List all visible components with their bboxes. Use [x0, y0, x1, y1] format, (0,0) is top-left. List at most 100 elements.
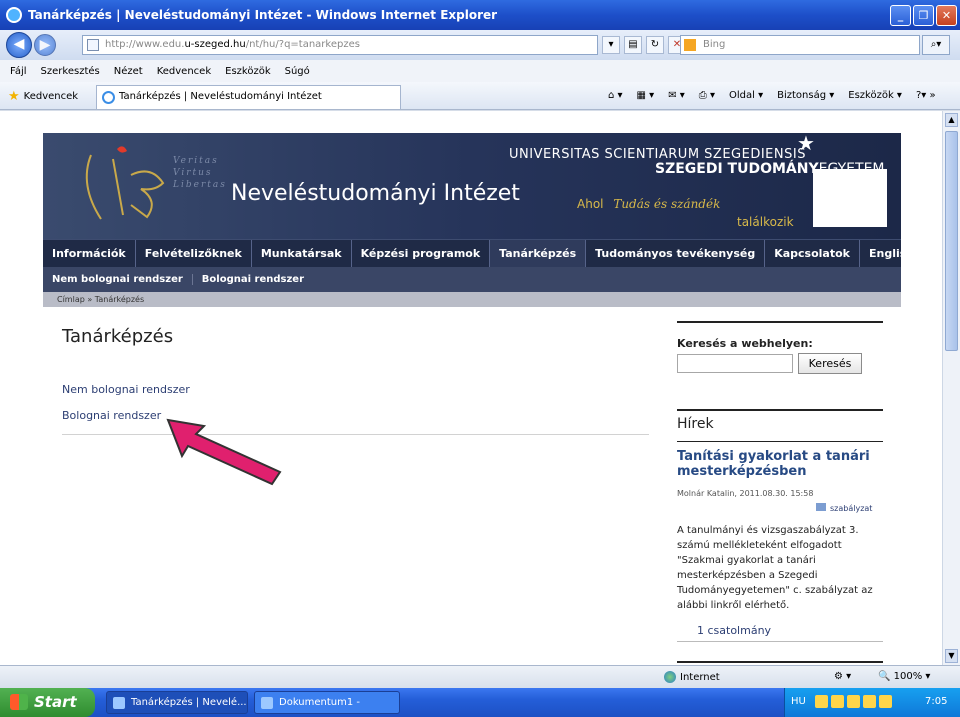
nav-tanarkepzes[interactable]: Tanárképzés — [490, 240, 587, 267]
address-domain: u-szeged.hu — [184, 39, 246, 50]
sidebar-rule — [677, 409, 883, 411]
link-nem-bolognai[interactable]: Nem bolognai rendszer — [62, 383, 190, 396]
scroll-down-icon[interactable]: ▼ — [945, 649, 958, 663]
clock: 7:05 — [925, 696, 948, 707]
tray-icon[interactable] — [831, 695, 844, 708]
subnav-bolognai[interactable]: Bolognai rendszer — [193, 274, 313, 285]
nav-kepzesi-programok[interactable]: Képzési programok — [352, 240, 491, 267]
language-indicator[interactable]: HU — [791, 696, 806, 707]
slogan-script: Tudás és szándék — [613, 197, 721, 211]
task-label: Tanárképzés | Nevelé... — [131, 697, 247, 708]
tab-title: Tanárképzés | Neveléstudományi Intézet — [119, 91, 322, 102]
favorites-button[interactable]: ★ Kedvencek — [8, 89, 78, 104]
zone-label: Internet — [680, 671, 720, 683]
close-button[interactable]: ✕ — [936, 5, 957, 26]
minimize-button[interactable]: _ — [890, 5, 911, 26]
tray-icon[interactable] — [847, 695, 860, 708]
menu-help[interactable]: Súgó — [285, 66, 310, 77]
compat-view-icon[interactable]: ▤ — [624, 36, 642, 54]
tray-icon[interactable] — [863, 695, 876, 708]
menu-view[interactable]: Nézet — [114, 66, 143, 77]
sub-navigation: Nem bolognai rendszer Bolognai rendszer — [43, 267, 901, 292]
status-bar: Internet ⚙ ▾ 🔍 100% ▾ — [0, 665, 960, 688]
home-icon[interactable]: ⌂ ▾ — [608, 90, 623, 101]
site-search-button[interactable]: Keresés — [798, 353, 862, 374]
nav-informaciok[interactable]: Információk — [43, 240, 136, 267]
scroll-thumb[interactable] — [945, 131, 958, 351]
sidebar-rule — [677, 441, 883, 442]
star-icon: ★ — [797, 131, 815, 155]
system-tray: HU 7:05 — [784, 688, 960, 717]
page-viewport: Veritas Virtus Libertas Neveléstudományi… — [0, 111, 942, 665]
attachment-link[interactable]: 1 csatolmány — [697, 624, 771, 637]
menu-file[interactable]: Fájl — [10, 66, 27, 77]
page-icon — [87, 39, 99, 51]
window-title: Tanárképzés | Neveléstudományi Intézet -… — [28, 8, 498, 22]
tools-menu[interactable]: Eszközök ▾ — [848, 90, 902, 101]
menu-edit[interactable]: Szerkesztés — [41, 66, 100, 77]
page-title: Tanárképzés — [62, 326, 174, 347]
search-input[interactable]: Bing — [680, 35, 920, 55]
vertical-scrollbar[interactable]: ▲ ▼ — [942, 111, 960, 665]
tag-icon — [816, 503, 826, 511]
task-label: Dokumentum1 - Micro... — [279, 697, 361, 708]
security-zone: Internet — [664, 671, 720, 683]
safety-menu[interactable]: Biztonság ▾ — [777, 90, 834, 101]
back-button[interactable]: ◀ — [6, 32, 32, 58]
news-heading: Hírek — [677, 416, 714, 432]
menu-tools[interactable]: Eszközök — [225, 66, 271, 77]
motto-line: Veritas — [173, 156, 219, 166]
news-tag-link[interactable]: szabályzat — [816, 503, 872, 513]
address-toolbar: ◀ ▶ http://www.edu.u-szeged.hu/nt/hu/?q=… — [0, 30, 960, 60]
favorites-label: Kedvencek — [23, 91, 79, 102]
link-bolognai[interactable]: Bolognai rendszer — [62, 409, 161, 422]
tray-icon[interactable] — [815, 695, 828, 708]
search-placeholder: Bing — [703, 39, 726, 50]
scroll-up-icon[interactable]: ▲ — [945, 113, 958, 127]
content-divider — [62, 434, 649, 435]
search-icon[interactable]: ⌕▾ — [922, 35, 950, 55]
site-search-input[interactable] — [677, 354, 793, 373]
dropdown-icon[interactable]: ▾ — [602, 36, 620, 54]
maximize-button[interactable]: ❐ — [913, 5, 934, 26]
news-title-link[interactable]: Tanítási gyakorlat a tanári mesterképzés… — [677, 449, 887, 479]
attachment-rule — [677, 641, 883, 642]
zoom-control[interactable]: 🔍 100% ▾ — [878, 671, 930, 682]
word-icon — [261, 697, 273, 709]
site-search-label: Keresés a webhelyen: — [677, 337, 813, 350]
print-icon[interactable]: ⎙ ▾ — [699, 90, 715, 101]
taskbar-item-word[interactable]: Dokumentum1 - Micro... — [254, 691, 400, 714]
university-latin: UNIVERSITAS SCIENTIARUM SZEGEDIENSIS — [509, 147, 806, 162]
nav-english-pages[interactable]: English pages — [860, 240, 942, 267]
logo-placeholder — [813, 169, 887, 227]
breadcrumb[interactable]: Címlap » Tanárképzés — [43, 292, 901, 307]
protected-mode-icon[interactable]: ⚙ ▾ — [834, 671, 851, 682]
address-prefix: http://www.edu. — [105, 39, 185, 50]
subnav-nem-bolognai[interactable]: Nem bolognai rendszer — [43, 274, 193, 285]
browser-tab[interactable]: Tanárképzés | Neveléstudományi Intézet — [96, 85, 401, 109]
motto-line: Virtus — [173, 168, 213, 178]
sidebar-rule — [677, 661, 883, 663]
mail-icon[interactable]: ✉ ▾ — [668, 90, 685, 101]
address-path: /nt/hu/?q=tanarkepzes — [245, 39, 360, 50]
taskbar-item-ie[interactable]: Tanárképzés | Nevelé... — [106, 691, 248, 714]
start-button[interactable]: Start — [0, 688, 95, 717]
nav-munkatarsak[interactable]: Munkatársak — [252, 240, 352, 267]
address-input[interactable]: http://www.edu.u-szeged.hu/nt/hu/?q=tana… — [82, 35, 598, 55]
windows-taskbar: Start Tanárképzés | Nevelé... Dokumentum… — [0, 688, 960, 717]
help-icon[interactable]: ?▾ » — [916, 90, 936, 101]
window-titlebar: Tanárképzés | Neveléstudományi Intézet -… — [0, 0, 960, 30]
slogan-start: Ahol — [577, 197, 604, 211]
nav-kapcsolatok[interactable]: Kapcsolatok — [765, 240, 860, 267]
slogan-end: találkozik — [737, 215, 794, 229]
feeds-icon[interactable]: ▦ ▾ — [637, 90, 655, 101]
page-menu[interactable]: Oldal ▾ — [729, 90, 763, 101]
nav-felvetelizoknek[interactable]: Felvételizőknek — [136, 240, 252, 267]
menu-favorites[interactable]: Kedvencek — [157, 66, 211, 77]
ie-icon — [113, 697, 125, 709]
refresh-icon[interactable]: ↻ — [646, 36, 664, 54]
site-header: Veritas Virtus Libertas Neveléstudományi… — [43, 131, 901, 239]
nav-tudomanyos-tevekenyseg[interactable]: Tudományos tevékenység — [586, 240, 766, 267]
forward-button[interactable]: ▶ — [34, 34, 56, 56]
tray-icon[interactable] — [879, 695, 892, 708]
